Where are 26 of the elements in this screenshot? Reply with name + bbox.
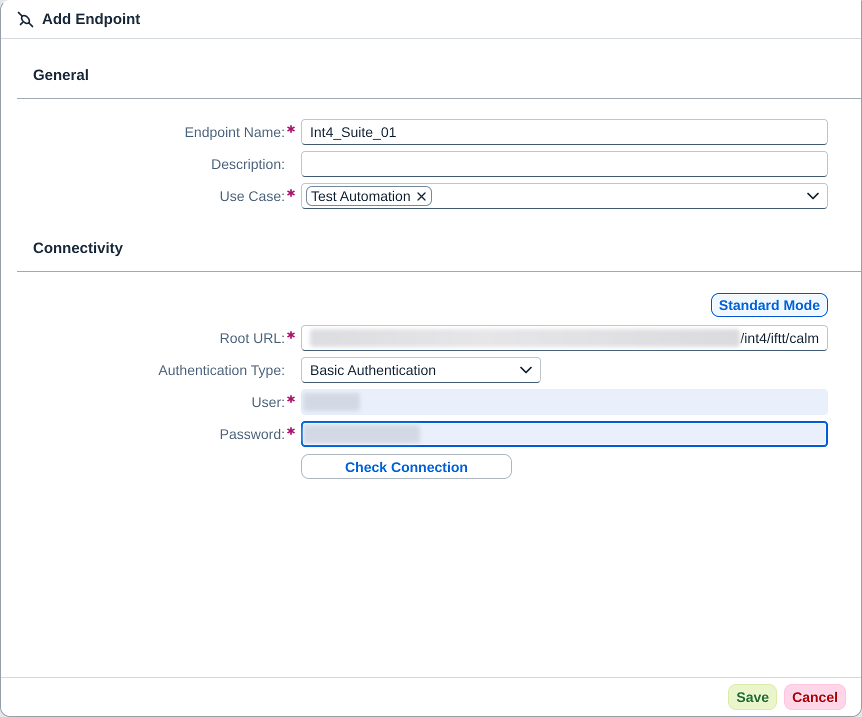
save-button[interactable]: Save	[728, 684, 778, 710]
chevron-down-icon[interactable]	[520, 366, 532, 374]
field-label: Authentication Type:	[157, 362, 285, 378]
select-field[interactable]: Basic Authentication	[301, 357, 541, 383]
blurred-text-block	[303, 393, 360, 411]
multi-select-field[interactable]: Test Automation	[301, 183, 828, 209]
use-case-token[interactable]: Test Automation	[306, 186, 432, 206]
url-input-field[interactable]: /int4/iftt/calm	[301, 325, 828, 351]
standard-mode-button[interactable]: Standard Mode	[710, 293, 828, 317]
field-label: Password:	[218, 426, 285, 442]
text-input-field[interactable]	[301, 421, 828, 447]
field-label: Use Case:	[218, 188, 285, 204]
field-label: Endpoint Name:	[184, 124, 285, 140]
text-input-field[interactable]: Int4_Suite_01	[301, 119, 828, 145]
close-icon[interactable]	[416, 192, 426, 200]
dialog-title: Add Endpoint	[42, 11, 140, 28]
field-label: User:	[250, 394, 285, 410]
check-connection-button[interactable]: Check Connection	[301, 454, 512, 479]
cancel-button[interactable]: Cancel	[784, 684, 846, 710]
section-title: Connectivity	[17, 212, 861, 272]
text-input-field[interactable]	[301, 389, 828, 415]
section-title: General	[17, 39, 861, 99]
field-label: Root URL:	[218, 330, 285, 346]
link-node-icon	[17, 11, 34, 28]
field-label: Description:	[210, 156, 285, 172]
chevron-down-icon[interactable]	[807, 192, 819, 200]
